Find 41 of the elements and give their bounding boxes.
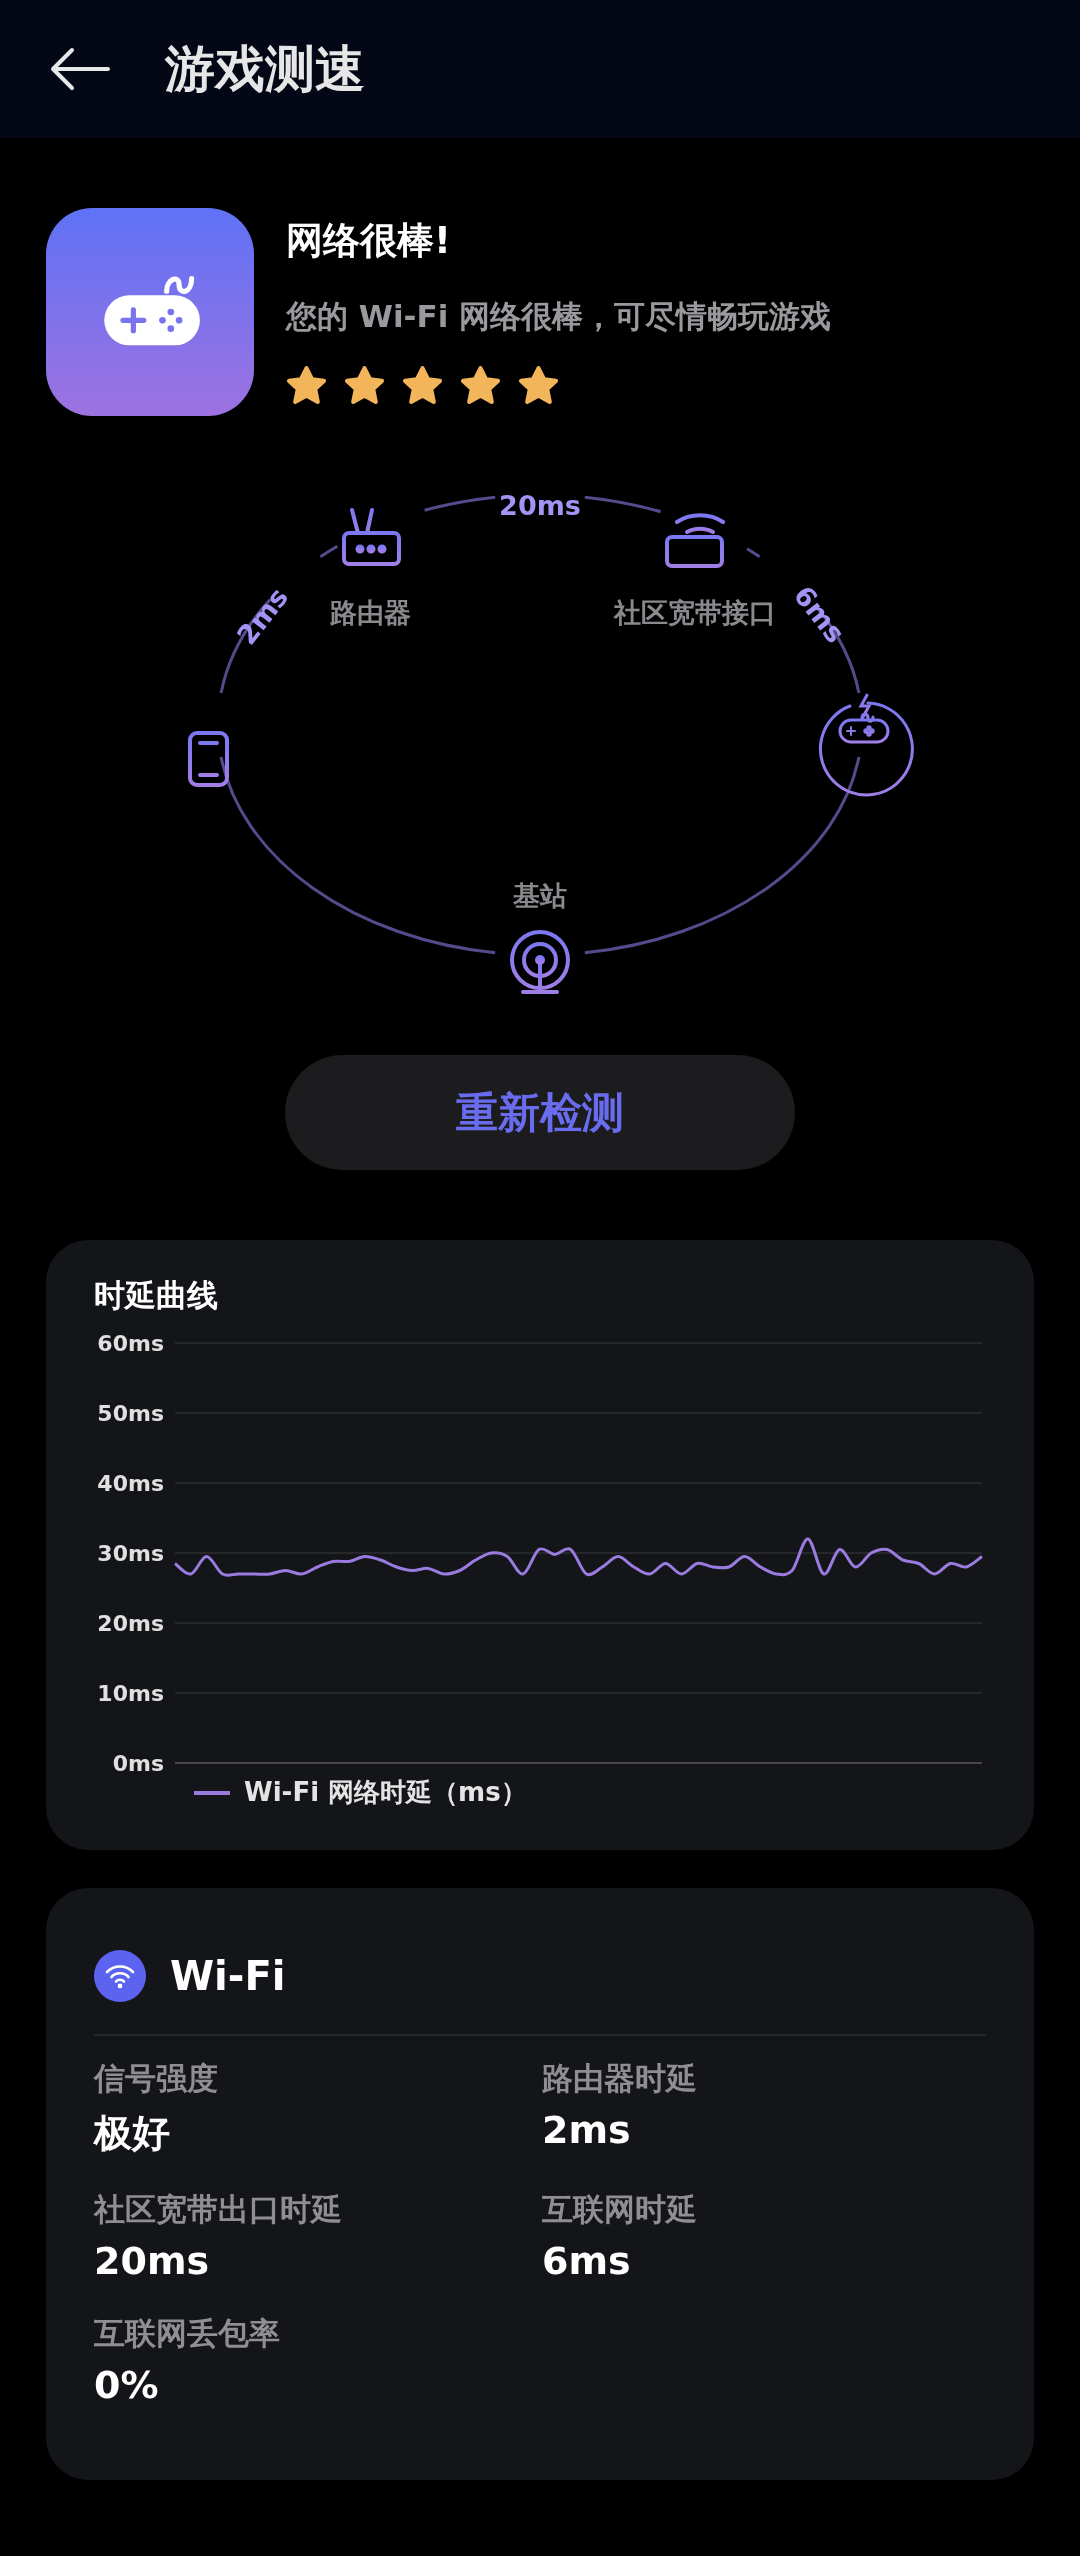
axis-label: 20ms [97, 1611, 164, 1636]
page-title: 游戏测速 [165, 38, 365, 100]
stat-value: 20ms [94, 2239, 211, 2283]
axis-label: 60ms [97, 1331, 164, 1356]
status-message: 您的 Wi-Fi 网络很棒，可尽情畅玩游戏 [286, 297, 832, 336]
node-label: 社区宽带接口 [614, 597, 776, 628]
axis-label: 50ms [97, 1401, 164, 1426]
legend-label: Wi-Fi 网络时延（ms） [244, 1776, 527, 1809]
wifi-icon [94, 1950, 146, 2002]
antenna-icon [510, 930, 570, 994]
node-label: 路由器 [329, 597, 411, 628]
axis-label: 10ms [97, 1681, 164, 1706]
star-icon [286, 366, 327, 405]
chart-title: 时延曲线 [94, 1276, 218, 1315]
gamepad-icon [819, 693, 914, 797]
star-icon [460, 366, 501, 405]
node-label: 基站 [513, 880, 567, 911]
phone-icon [188, 731, 229, 787]
retest-button[interactable]: 重新检测 [285, 1055, 795, 1170]
stat-label: 路由器时延 [542, 2059, 698, 2098]
stat-label: 互联网丢包率 [94, 2314, 281, 2353]
router-icon [342, 508, 401, 566]
star-icon [518, 366, 559, 405]
stat-value: 极好 [94, 2110, 171, 2157]
stat-label: 互联网时延 [542, 2190, 698, 2229]
stat-value: 6ms [542, 2239, 632, 2283]
wifi-title: Wi-Fi [170, 1953, 286, 1999]
stat-label: 社区宽带出口时延 [94, 2190, 343, 2229]
gamepad-icon [46, 208, 254, 416]
wifi-box-icon [665, 513, 725, 568]
stat-value: 0% [94, 2363, 160, 2407]
stat-value: 2ms [542, 2108, 632, 2152]
latency-label: 20ms [499, 490, 581, 521]
star-icon [402, 366, 443, 405]
stat-label: 信号强度 [94, 2059, 219, 2098]
axis-label: 40ms [97, 1471, 164, 1496]
axis-label: 30ms [97, 1541, 164, 1566]
axis-label: 0ms [112, 1751, 164, 1776]
status-title: 网络很棒! [286, 218, 451, 264]
star-icon [344, 366, 385, 405]
back-icon[interactable] [50, 47, 110, 91]
